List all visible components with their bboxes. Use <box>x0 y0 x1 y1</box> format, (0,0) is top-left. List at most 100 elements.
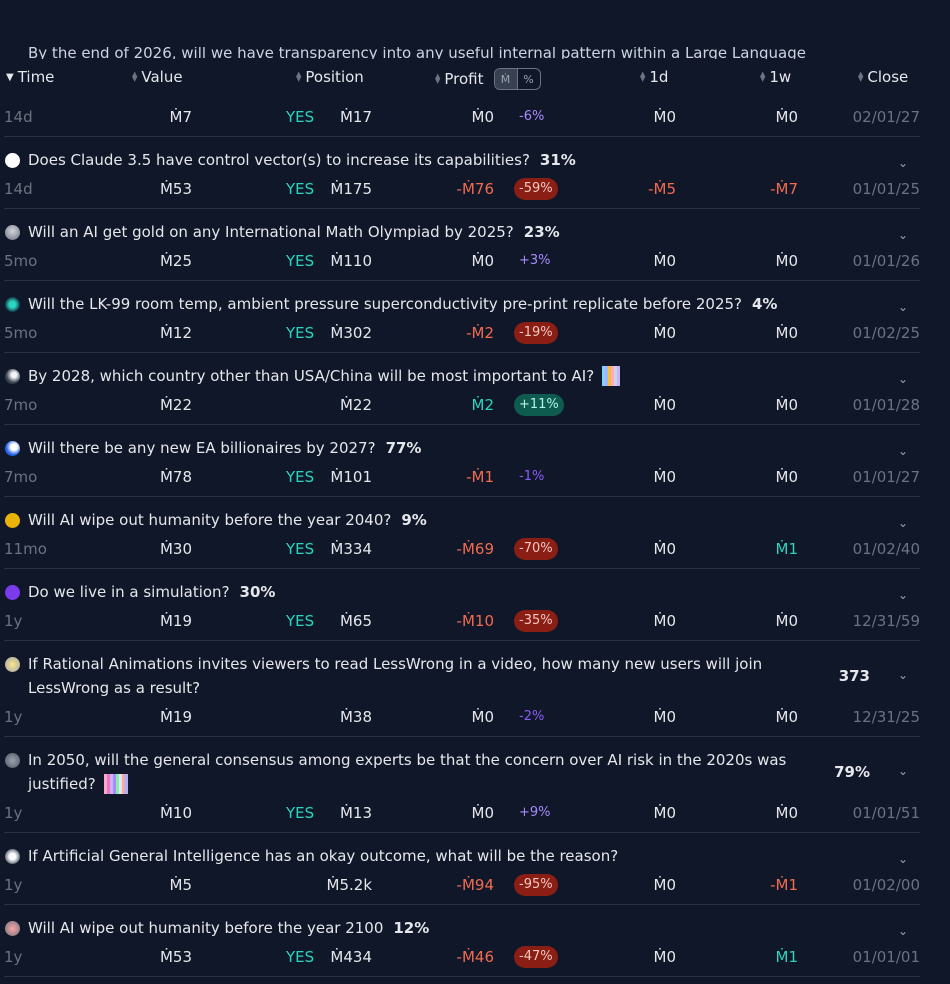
probability-label: 30% <box>239 583 276 601</box>
close-date-cell: 01/01/26 <box>852 252 920 270</box>
table-row[interactable]: In 2050, will the general consensus amon… <box>4 737 920 833</box>
day-change-cell: Ṁ0 <box>653 804 677 822</box>
question-line[interactable]: By 2028, which country other than USA/Ch… <box>4 353 920 388</box>
question-line[interactable]: If Artificial General Intelligence has a… <box>4 833 920 868</box>
day-change-cell: Ṁ0 <box>653 948 677 966</box>
question-line[interactable]: Will AI wipe out humanity before the yea… <box>4 497 920 532</box>
time-cell: 1y <box>4 708 23 726</box>
sort-1d-header[interactable]: ▲ ▼ 1d <box>640 68 668 86</box>
question-link[interactable]: By 2028, which country other than USA/Ch… <box>28 364 621 388</box>
market-avatar <box>5 369 20 384</box>
time-cell: 5mo <box>4 252 38 270</box>
time-cell: 1y <box>4 612 23 630</box>
sort-arrows-icon: ▲ ▼ <box>640 70 646 83</box>
sort-time-header[interactable]: ▼ Time <box>6 68 54 86</box>
table-row[interactable]: Will AI wipe out humanity before the yea… <box>4 905 920 977</box>
question-line[interactable]: Do we live in a simulation? 30% ⌄ <box>4 569 920 604</box>
profit-unit-toggle[interactable]: Ṁ % <box>493 68 541 90</box>
market-avatar <box>5 297 20 312</box>
sort-close-header[interactable]: ▲ ▼ Close <box>858 68 908 86</box>
question-line[interactable]: Will an AI get gold on any International… <box>4 209 920 244</box>
week-change-cell: Ṁ0 <box>775 396 799 414</box>
table-row[interactable]: Will the LK-99 room temp, ambient pressu… <box>4 281 920 353</box>
sort-arrows-icon: ▲ ▼ <box>760 70 766 83</box>
outcome-cell: YES <box>286 180 315 198</box>
outcome-cell: YES <box>286 804 315 822</box>
question-link[interactable]: In 2050, will the general consensus amon… <box>28 748 828 796</box>
profit-cell: -Ṁ1 <box>466 468 494 486</box>
row-data-line: 1y Ṁ19 Ṁ38 Ṁ0 -2% Ṁ0 Ṁ0 12/31/25 <box>4 700 920 736</box>
sort-value-header[interactable]: ▲ ▼ Value <box>132 68 183 86</box>
table-row[interactable]: Will AI wipe out humanity before the yea… <box>4 497 920 569</box>
table-row[interactable]: Do we live in a simulation? 30% ⌄ 1y Ṁ19 YES Ṁ… <box>4 569 920 641</box>
multi-choice-bar <box>602 365 621 386</box>
outcome-cell: YES <box>286 948 315 966</box>
table-row[interactable]: By 2028, which country other than USA/Ch… <box>4 353 920 425</box>
question-line[interactable]: In 2050, will the general consensus amon… <box>4 737 920 796</box>
value-cell: Ṁ12 <box>159 324 192 342</box>
question-link[interactable]: If Rational Animations invites viewers t… <box>28 652 828 700</box>
question-link[interactable]: If Artificial General Intelligence has a… <box>28 844 618 868</box>
table-row[interactable]: 14d Ṁ7 YES Ṁ17 Ṁ0 -6% Ṁ0 Ṁ0 02/01/27 <box>4 100 920 137</box>
value-cell: Ṁ53 <box>159 180 192 198</box>
toggle-percent[interactable]: % <box>516 69 540 89</box>
time-cell: 11mo <box>4 540 47 558</box>
day-change-cell: Ṁ0 <box>653 468 677 486</box>
week-change-cell: Ṁ1 <box>775 948 799 966</box>
question-line[interactable]: If Rational Animations invites viewers t… <box>4 641 920 700</box>
position-cell: Ṁ13 <box>339 804 372 822</box>
table-row[interactable]: If Rational Animations invites viewers t… <box>4 641 920 737</box>
market-avatar <box>5 849 20 864</box>
row-data-line: 1y Ṁ19 YES Ṁ65 -Ṁ10 -35% Ṁ0 Ṁ0 12/31/59 <box>4 604 920 640</box>
position-cell: Ṁ175 <box>330 180 372 198</box>
probability-label: 77% <box>385 439 422 457</box>
table-row[interactable]: If Artificial General Intelligence has a… <box>4 833 920 905</box>
question-link[interactable]: Will AI wipe out humanity before the yea… <box>28 508 427 532</box>
question-link[interactable]: Does Claude 3.5 have control vector(s) t… <box>28 148 576 172</box>
day-change-cell: Ṁ0 <box>653 396 677 414</box>
market-avatar <box>5 585 20 600</box>
profit-percent-badge: -6% <box>519 109 545 124</box>
profit-cell: -Ṁ69 <box>456 540 494 558</box>
question-line[interactable]: Does Claude 3.5 have control vector(s) t… <box>4 137 920 172</box>
close-date-cell: 01/01/27 <box>852 468 920 486</box>
outcome-cell: YES <box>286 468 315 486</box>
question-link[interactable]: Will AI wipe out humanity before the yea… <box>28 916 429 940</box>
week-change-cell: Ṁ1 <box>775 540 799 558</box>
table-row[interactable]: Does Claude 3.5 have control vector(s) t… <box>4 137 920 209</box>
toggle-mana[interactable]: Ṁ <box>494 69 517 89</box>
profit-cell: -Ṁ2 <box>466 324 494 342</box>
chevron-down-icon[interactable]: ⌄ <box>898 759 908 783</box>
profit-percent-badge: -47% <box>514 946 558 968</box>
question-line[interactable]: Will AI wipe out humanity before the yea… <box>4 905 920 940</box>
question-link[interactable]: Will an AI get gold on any International… <box>28 220 560 244</box>
profit-percent-badge: +9% <box>519 805 551 820</box>
question-line[interactable]: Will the LK-99 room temp, ambient pressu… <box>4 281 920 316</box>
row-data-line: 5mo Ṁ25 YES Ṁ110 Ṁ0 +3% Ṁ0 Ṁ0 01/01/26 <box>4 244 920 280</box>
table-row[interactable]: Will there be any new EA billionaires by… <box>4 425 920 497</box>
value-cell: Ṁ19 <box>159 708 192 726</box>
close-date-cell: 01/01/51 <box>852 804 920 822</box>
chevron-down-icon[interactable]: ⌄ <box>898 663 908 687</box>
question-link[interactable]: Will the LK-99 room temp, ambient pressu… <box>28 292 777 316</box>
week-change-cell: Ṁ0 <box>775 708 799 726</box>
outcome-cell: YES <box>286 108 315 126</box>
time-cell: 1y <box>4 804 23 822</box>
sort-position-header[interactable]: ▲ ▼ Position <box>296 68 364 86</box>
market-avatar <box>5 153 20 168</box>
row-data-line: 1y Ṁ53 YES Ṁ434 -Ṁ46 -47% Ṁ0 Ṁ1 01/01/01 <box>4 940 920 976</box>
question-link[interactable]: Will there be any new EA billionaires by… <box>28 436 421 460</box>
value-cell: Ṁ19 <box>159 612 192 630</box>
position-cell: Ṁ38 <box>339 708 372 726</box>
profit-percent-badge: -1% <box>519 469 545 484</box>
table-row[interactable]: Will an AI get gold on any International… <box>4 209 920 281</box>
sort-profit-header[interactable]: ▲ ▼ Profit Ṁ % <box>435 68 541 90</box>
market-avatar <box>5 657 20 672</box>
question-link[interactable]: Do we live in a simulation? 30% <box>28 580 275 604</box>
probability-label: 23% <box>523 223 560 241</box>
close-date-cell: 01/02/00 <box>852 876 920 894</box>
position-cell: Ṁ17 <box>339 108 372 126</box>
sort-1w-header[interactable]: ▲ ▼ 1w <box>760 68 791 86</box>
probability-label: 31% <box>539 151 576 169</box>
question-line[interactable]: Will there be any new EA billionaires by… <box>4 425 920 460</box>
